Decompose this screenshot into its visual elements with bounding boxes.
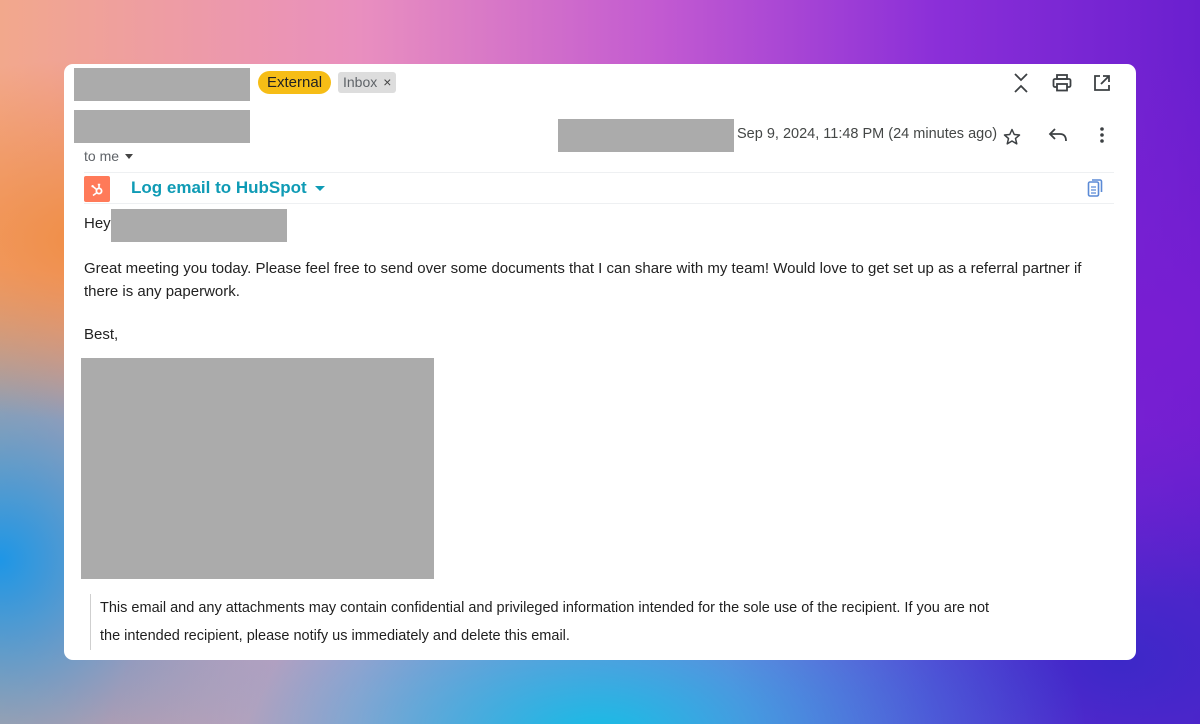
print-icon[interactable] <box>1050 72 1074 94</box>
redacted-signature <box>81 358 434 579</box>
hubspot-bar: Log email to HubSpot <box>84 172 1114 204</box>
disclaimer-line-1: This email and any attachments may conta… <box>100 600 990 616</box>
message-date: Sep 9, 2024, 11:48 PM (24 minutes ago) <box>737 126 998 142</box>
redacted-sender-name <box>74 110 250 143</box>
greeting: Hey <box>84 215 111 232</box>
redacted-subject <box>74 68 250 101</box>
redacted-recipient-name <box>111 209 287 242</box>
confidentiality-disclaimer: This email and any attachments may conta… <box>90 594 1060 650</box>
inbox-label-chip: Inbox × <box>338 72 397 93</box>
more-vert-icon[interactable] <box>1092 123 1112 147</box>
log-email-to-hubspot-button[interactable]: Log email to HubSpot <box>131 178 325 198</box>
chevron-down-icon <box>125 153 134 159</box>
inbox-label: Inbox <box>343 74 378 90</box>
hubspot-logo-icon <box>84 176 110 202</box>
email-card: External Inbox × Sep 9, 2024, 11:48 PM (… <box>64 64 1136 660</box>
remove-label-icon[interactable]: × <box>383 72 391 93</box>
caret-down-icon <box>314 185 325 191</box>
recipient-dropdown[interactable]: to me <box>84 148 134 164</box>
disclaimer-line-2: the intended recipient, please notify us… <box>100 628 570 644</box>
closing: Best, <box>84 326 119 343</box>
star-icon[interactable] <box>1000 125 1024 149</box>
hubspot-label: Log email to HubSpot <box>131 178 307 197</box>
external-badge: External <box>258 71 332 94</box>
reply-icon[interactable] <box>1046 123 1070 147</box>
redacted-sender-email <box>558 119 734 152</box>
recipient-label: to me <box>84 148 120 164</box>
open-in-new-window-icon[interactable] <box>1091 72 1113 94</box>
collapse-icon[interactable] <box>1010 71 1032 95</box>
message-paragraph: Great meeting you today. Please feel fre… <box>84 260 1082 300</box>
copy-icon[interactable] <box>1084 176 1106 200</box>
